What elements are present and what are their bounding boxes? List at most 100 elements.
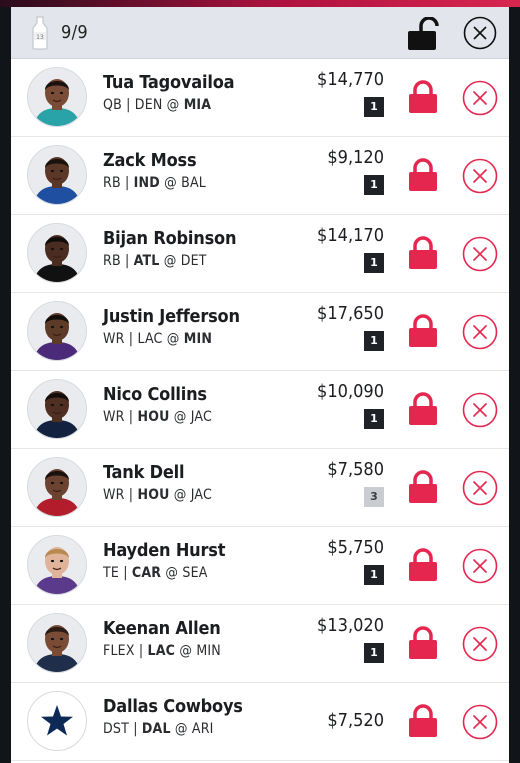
exposure-badge: 1 — [364, 175, 384, 195]
player-salary: $10,090 — [317, 381, 384, 402]
at-separator: @ — [169, 487, 191, 503]
player-salary: $17,650 — [317, 303, 384, 324]
player-matchup: WR | LAC @ MIN — [103, 331, 212, 347]
remove-player-icon[interactable] — [462, 80, 498, 116]
player-avatar — [27, 535, 87, 595]
player-salary: $7,520 — [327, 710, 384, 731]
player-name: Tua Tagovailoa — [103, 72, 235, 93]
lock-icon[interactable] — [408, 236, 438, 270]
opponent-abbr: DET — [180, 253, 207, 269]
exposure-badge: 1 — [364, 565, 384, 585]
lineup-header: 13 9/9 — [11, 7, 509, 59]
player-salary: $5,750 — [327, 537, 384, 558]
player-row[interactable]: Tank Dell WR | HOU @ JAC $7,580 3 — [11, 449, 509, 527]
lock-icon[interactable] — [408, 626, 438, 660]
opponent-abbr: SEA — [182, 565, 208, 581]
lock-icon[interactable] — [408, 470, 438, 504]
opponent-abbr: JAC — [190, 409, 212, 425]
team-abbr: LAC — [137, 331, 163, 347]
player-matchup: WR | HOU @ JAC — [103, 487, 212, 503]
clear-lineup-icon[interactable] — [463, 16, 497, 50]
at-separator: @ — [162, 331, 184, 347]
player-list: Tua Tagovailoa QB | DEN @ MIA $14,770 1 Zack… — [11, 59, 509, 761]
opponent-abbr: MIN — [196, 643, 221, 659]
player-row[interactable]: Keenan Allen FLEX | LAC @ MIN $13,020 1 — [11, 605, 509, 683]
at-separator: @ — [159, 253, 181, 269]
lock-icon[interactable] — [408, 314, 438, 348]
player-row[interactable]: Nico Collins WR | HOU @ JAC $10,090 1 — [11, 371, 509, 449]
opponent-abbr: JAC — [190, 487, 212, 503]
team-abbr: LAC — [147, 643, 176, 659]
remove-player-icon[interactable] — [462, 704, 498, 740]
at-separator: @ — [161, 565, 183, 581]
player-matchup: QB | DEN @ MIA — [103, 97, 211, 113]
player-matchup: RB | ATL @ DET — [103, 253, 207, 269]
opponent-abbr: ARI — [191, 721, 214, 737]
team-abbr: IND — [133, 175, 160, 191]
player-row[interactable]: Zack Moss RB | IND @ BAL $9,120 1 — [11, 137, 509, 215]
team-abbr: HOU — [137, 409, 170, 425]
accent-bar — [0, 0, 520, 7]
team-abbr: DAL — [141, 721, 171, 737]
player-salary: $7,580 — [327, 459, 384, 480]
player-name: Keenan Allen — [103, 618, 221, 639]
player-avatar — [27, 223, 87, 283]
player-avatar — [27, 301, 87, 361]
player-matchup: RB | IND @ BAL — [103, 175, 206, 191]
lock-icon[interactable] — [408, 80, 438, 114]
team-abbr: CAR — [131, 565, 162, 581]
player-salary: $14,170 — [317, 225, 384, 246]
exposure-badge: 1 — [364, 643, 384, 663]
exposure-badge: 1 — [364, 409, 384, 429]
player-name: Zack Moss — [103, 150, 197, 171]
lock-icon[interactable] — [408, 704, 438, 738]
remove-player-icon[interactable] — [462, 392, 498, 428]
roster-count: 9/9 — [61, 22, 88, 43]
player-salary: $9,120 — [327, 147, 384, 168]
remove-player-icon[interactable] — [462, 470, 498, 506]
player-avatar — [27, 379, 87, 439]
unlock-all-icon[interactable] — [407, 17, 439, 51]
exposure-badge: 1 — [364, 253, 384, 273]
lock-icon[interactable] — [408, 392, 438, 426]
team-abbr: DEN — [134, 97, 163, 113]
player-row[interactable]: Hayden Hurst TE | CAR @ SEA $5,750 1 — [11, 527, 509, 605]
exposure-badge: 1 — [364, 97, 384, 117]
lock-icon[interactable] — [408, 548, 438, 582]
player-name: Nico Collins — [103, 384, 207, 405]
player-name: Hayden Hurst — [103, 540, 226, 561]
player-name: Tank Dell — [103, 462, 185, 483]
player-row[interactable]: Dallas Cowboys DST | DAL @ ARI $7,520 — [11, 683, 509, 761]
player-matchup: WR | HOU @ JAC — [103, 409, 212, 425]
player-position: WR | — [103, 487, 138, 503]
remove-player-icon[interactable] — [462, 158, 498, 194]
player-name: Dallas Cowboys — [103, 696, 243, 717]
team-abbr: ATL — [133, 253, 160, 269]
at-separator: @ — [159, 175, 182, 191]
lock-icon[interactable] — [408, 158, 438, 192]
player-row[interactable]: Justin Jefferson WR | LAC @ MIN $17,650 1 — [11, 293, 509, 371]
exposure-badge: 1 — [364, 331, 384, 351]
team-logo — [27, 691, 87, 751]
remove-player-icon[interactable] — [462, 626, 498, 662]
player-position: FLEX | — [103, 643, 148, 659]
remove-player-icon[interactable] — [462, 236, 498, 272]
player-position: RB | — [103, 253, 134, 269]
lineup-panel: 13 9/9 Tua Tagovailoa QB | DEN @ MIA $14,7… — [11, 7, 509, 763]
exposure-badge: 3 — [364, 487, 384, 507]
team-abbr: HOU — [137, 487, 170, 503]
player-matchup: TE | CAR @ SEA — [103, 565, 208, 581]
player-avatar — [27, 613, 87, 673]
player-position: RB | — [103, 175, 134, 191]
bottle-icon: 13 — [32, 16, 48, 50]
remove-player-icon[interactable] — [462, 548, 498, 584]
opponent-abbr: MIA — [183, 97, 212, 113]
player-avatar — [27, 67, 87, 127]
player-position: QB | — [103, 97, 135, 113]
remove-player-icon[interactable] — [462, 314, 498, 350]
at-separator: @ — [175, 643, 197, 659]
player-salary: $14,770 — [317, 69, 384, 90]
player-matchup: DST | DAL @ ARI — [103, 721, 214, 737]
player-row[interactable]: Bijan Robinson RB | ATL @ DET $14,170 1 — [11, 215, 509, 293]
player-row[interactable]: Tua Tagovailoa QB | DEN @ MIA $14,770 1 — [11, 59, 509, 137]
